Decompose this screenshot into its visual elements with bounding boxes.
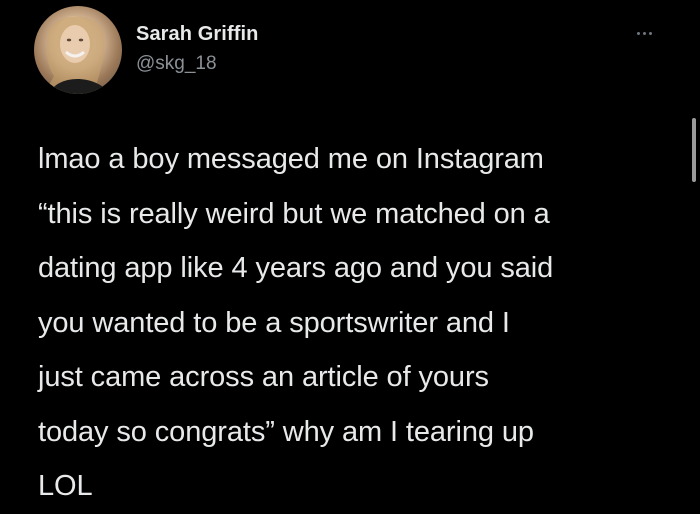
author-handle[interactable]: @skg_18 xyxy=(136,52,258,76)
tweet-author: Sarah Griffin @skg_18 xyxy=(136,21,258,76)
author-display-name[interactable]: Sarah Griffin xyxy=(136,21,258,47)
profile-photo-icon xyxy=(44,16,110,94)
scrollbar[interactable] xyxy=(692,118,696,182)
more-horizontal-icon xyxy=(636,31,640,35)
tweet-body-text: lmao a boy messaged me on Instagram “thi… xyxy=(38,143,554,502)
more-horizontal-icon xyxy=(642,31,646,35)
more-options-button[interactable] xyxy=(632,26,656,40)
more-horizontal-icon xyxy=(648,31,652,35)
tweet-card: Sarah Griffin @skg_18 lmao a boy message… xyxy=(0,0,700,509)
avatar[interactable] xyxy=(34,6,122,94)
